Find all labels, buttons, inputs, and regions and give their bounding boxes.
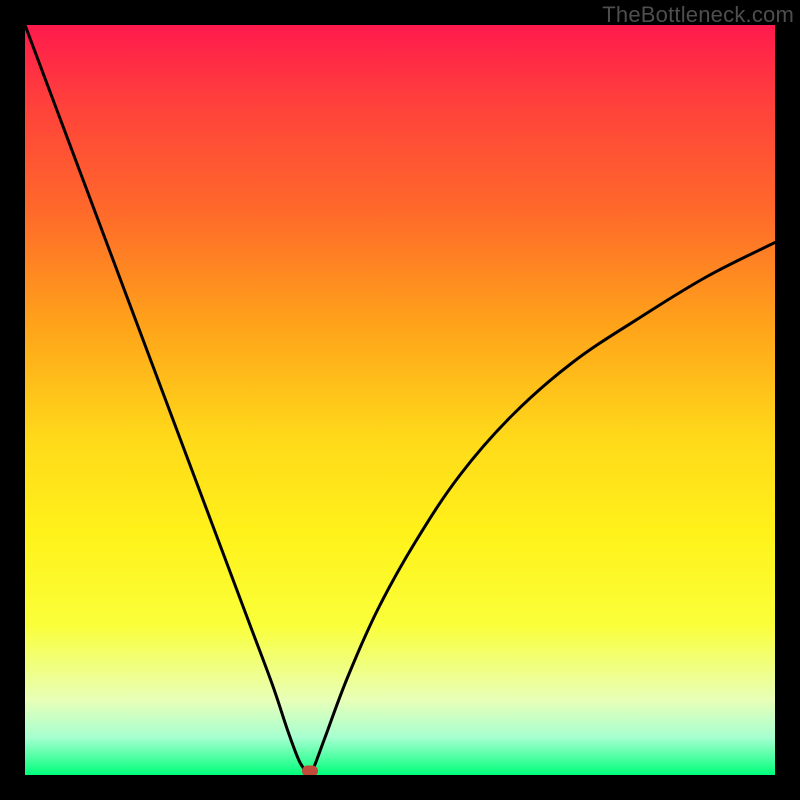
plot-area — [25, 25, 775, 775]
curve-layer — [25, 25, 775, 775]
minimum-marker — [302, 765, 318, 775]
bottleneck-curve — [25, 25, 775, 773]
chart-frame: TheBottleneck.com — [0, 0, 800, 800]
